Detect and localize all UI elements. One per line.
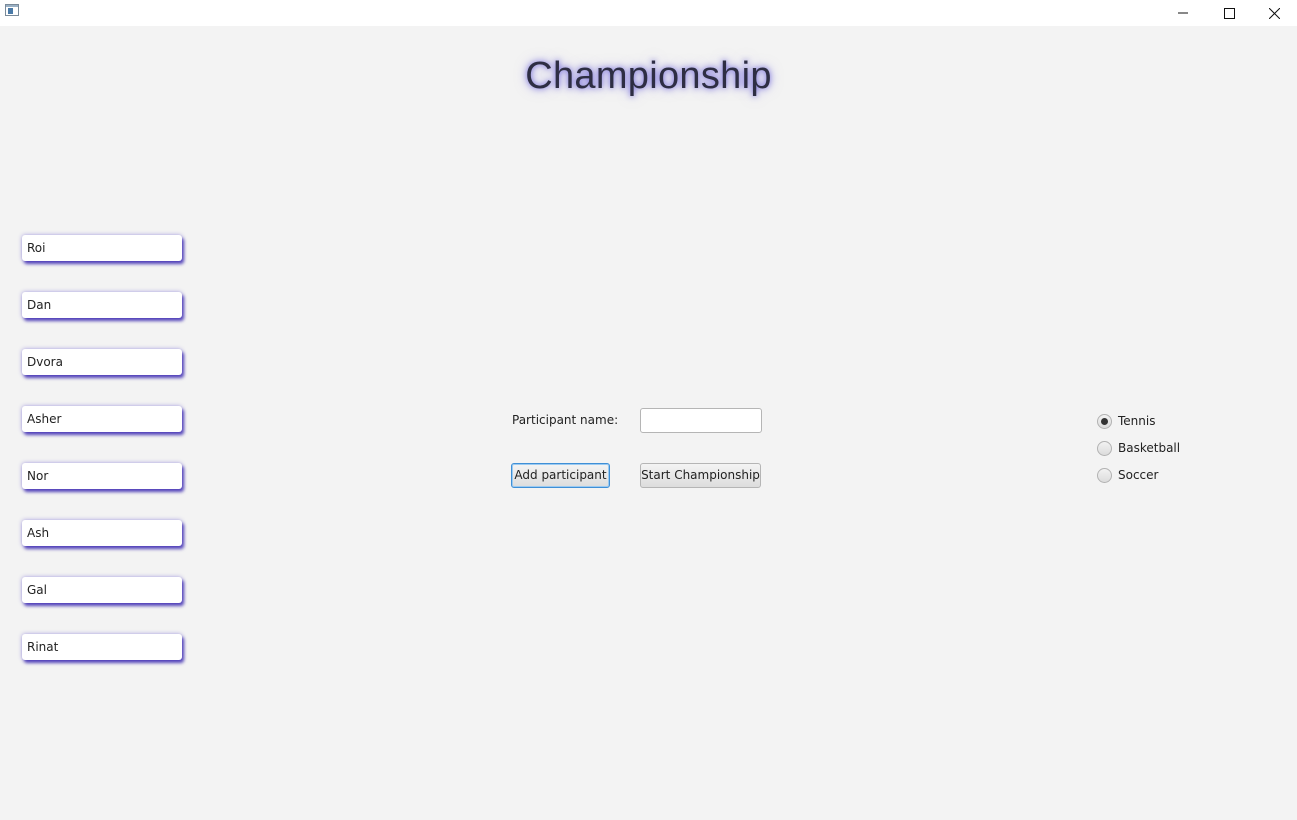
- page-title: Championship: [525, 55, 772, 97]
- participant-card: Dan: [22, 292, 182, 318]
- participant-name-input[interactable]: [640, 408, 762, 433]
- sport-label: Basketball: [1118, 441, 1181, 455]
- minimize-icon: [1178, 12, 1188, 14]
- participant-card: Nor: [22, 463, 182, 489]
- maximize-button[interactable]: [1206, 0, 1252, 26]
- participant-card: Dvora: [22, 349, 182, 375]
- sport-label: Tennis: [1118, 414, 1156, 428]
- participant-card: Asher: [22, 406, 182, 432]
- sport-option-basketball[interactable]: Basketball: [1097, 440, 1180, 456]
- app-icon: [5, 4, 19, 16]
- maximize-icon: [1223, 7, 1235, 19]
- participant-card: Roi: [22, 235, 182, 261]
- radio-unchecked-icon[interactable]: [1097, 440, 1112, 456]
- radio-checked-icon[interactable]: [1097, 413, 1112, 429]
- sport-option-tennis[interactable]: Tennis: [1097, 413, 1155, 429]
- minimize-button[interactable]: [1160, 0, 1206, 26]
- window-titlebar: [0, 0, 1297, 26]
- participant-card: Gal: [22, 577, 182, 603]
- sport-option-soccer[interactable]: Soccer: [1097, 467, 1158, 483]
- close-icon: [1268, 7, 1280, 19]
- add-participant-button[interactable]: Add participant: [511, 463, 610, 488]
- participant-name-label: Participant name:: [512, 413, 619, 427]
- start-championship-button[interactable]: Start Championship: [640, 463, 761, 488]
- sport-label: Soccer: [1118, 468, 1159, 482]
- participant-card: Ash: [22, 520, 182, 546]
- radio-unchecked-icon[interactable]: [1097, 467, 1112, 483]
- participant-card: Rinat: [22, 634, 182, 660]
- close-button[interactable]: [1251, 0, 1297, 26]
